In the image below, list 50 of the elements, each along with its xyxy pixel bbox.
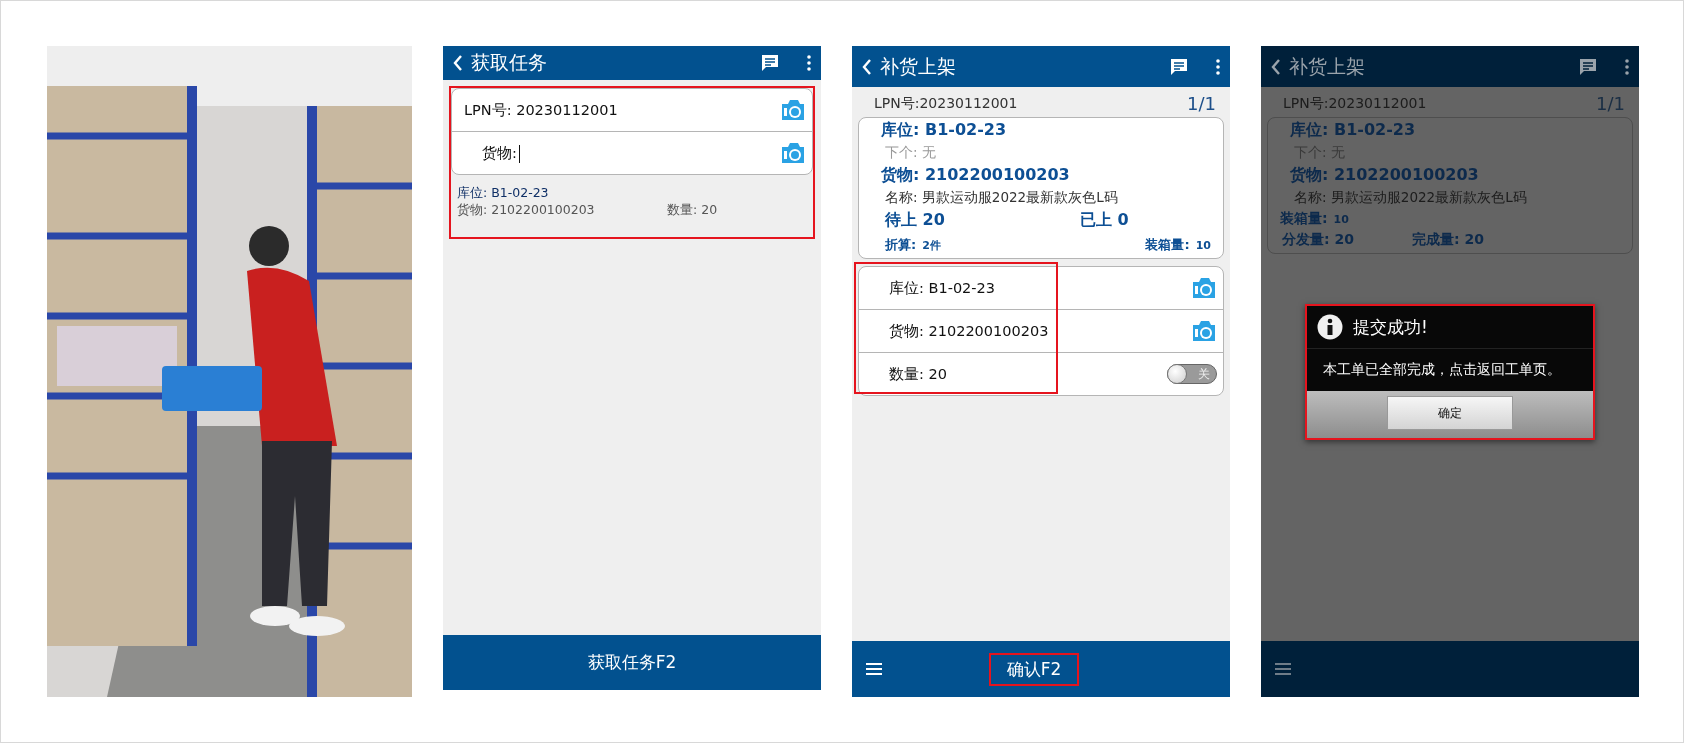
camera-icon[interactable] xyxy=(780,141,806,165)
screen-title: 补货上架 xyxy=(1289,53,1366,79)
get-task-button[interactable]: 获取任务F2 xyxy=(569,646,695,679)
message-icon[interactable] xyxy=(1170,57,1188,76)
next-text: 下个: 无 xyxy=(884,144,936,162)
confirm-button[interactable]: 确认F2 xyxy=(988,652,1080,686)
input-field[interactable]: 数量: 20 xyxy=(871,364,1167,384)
goods-text: 货物: 2102200100203 xyxy=(1289,165,1479,186)
screen-title: 补货上架 xyxy=(880,53,957,79)
message-icon[interactable] xyxy=(1579,57,1597,76)
done-count: 已上 0 xyxy=(1080,210,1129,231)
page-counter: 1/1 xyxy=(1596,93,1625,114)
page-counter: 1/1 xyxy=(1187,93,1216,114)
distributed-count: 分发量: 20 xyxy=(1281,231,1355,249)
input-field[interactable]: 货物: xyxy=(464,143,780,163)
box-quantity-value: 10 xyxy=(1333,213,1349,226)
location-text: 库位: B1-02-23 xyxy=(1289,120,1416,141)
box-quantity-label: 装箱量: xyxy=(1280,210,1328,228)
goods-text: 货物: 2102200100203 xyxy=(457,202,596,219)
back-icon[interactable] xyxy=(1271,58,1281,75)
lpn-text: LPN号:20230112001 xyxy=(874,94,1018,113)
more-icon[interactable] xyxy=(807,55,811,71)
dialog-message: 本工单已全部完成，点击返回工单页。 xyxy=(1307,349,1593,391)
input-field[interactable]: LPN号: 20230112001 xyxy=(464,100,780,120)
ok-button[interactable]: 确定 xyxy=(1387,396,1513,430)
lpn-text: LPN号:20230112001 xyxy=(1283,94,1427,113)
input-field[interactable]: 货物: 2102200100203 xyxy=(871,321,1191,341)
goods-text: 货物: 2102200100203 xyxy=(880,165,1070,186)
box-quantity-value: 10 xyxy=(1195,239,1211,252)
convert-value: 2件 xyxy=(922,239,941,252)
message-icon[interactable] xyxy=(761,54,779,72)
completed-count: 完成量: 20 xyxy=(1412,231,1484,249)
product-name: 名称: 男款运动服2022最新款灰色L码 xyxy=(1293,189,1527,207)
menu-icon[interactable] xyxy=(1275,663,1291,675)
info-icon xyxy=(1317,314,1343,340)
pending-count: 待上 20 xyxy=(884,210,946,231)
product-name: 名称: 男款运动服2022最新款灰色L码 xyxy=(884,189,1118,207)
more-icon[interactable] xyxy=(1216,58,1220,75)
more-icon[interactable] xyxy=(1625,58,1629,75)
box-quantity-label: 装箱量: xyxy=(1145,237,1190,252)
camera-icon[interactable] xyxy=(1191,276,1217,300)
convert-label: 折算: xyxy=(885,237,917,252)
camera-icon[interactable] xyxy=(1191,319,1217,343)
location-text: 库位: B1-02-23 xyxy=(457,185,549,202)
screen-title: 获取任务 xyxy=(471,50,548,75)
input-field[interactable]: 库位: B1-02-23 xyxy=(871,278,1191,298)
location-text: 库位: B1-02-23 xyxy=(880,120,1007,141)
dialog-title: 提交成功! xyxy=(1353,315,1428,339)
camera-icon[interactable] xyxy=(780,98,806,122)
quantity-text: 数量: 20 xyxy=(667,202,718,219)
